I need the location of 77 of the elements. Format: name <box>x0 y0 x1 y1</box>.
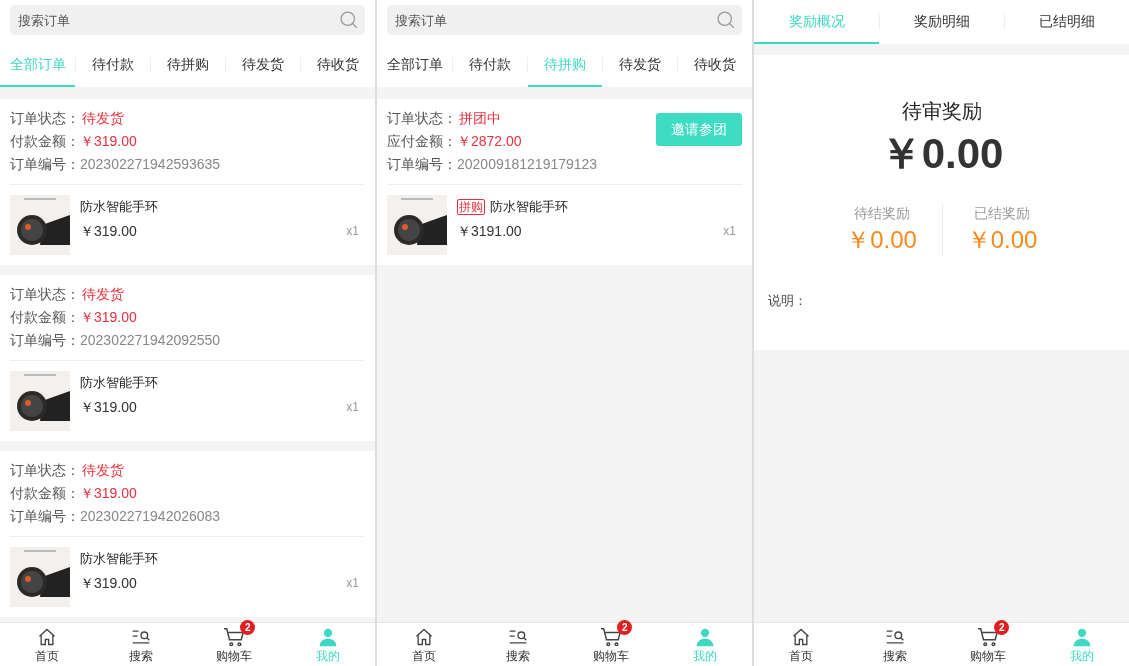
tab[interactable]: 待发货 <box>603 43 677 87</box>
search-icon <box>339 10 359 30</box>
nav-tab[interactable]: 搜索 <box>93 623 188 666</box>
tab[interactable]: 全部订单 <box>377 43 452 87</box>
cart-icon <box>977 626 1000 647</box>
status-label: 订单状态： <box>10 461 80 480</box>
product-price: ￥319.00 <box>80 573 138 593</box>
status-label: 订单状态： <box>10 109 80 128</box>
nav-tab[interactable]: 搜索 <box>847 623 942 666</box>
tab[interactable]: 待付款 <box>76 43 150 87</box>
cart-icon <box>600 626 623 647</box>
product-name: 防水智能手环 <box>80 198 158 216</box>
search-field[interactable]: 搜索订单 <box>387 5 742 35</box>
product-price: ￥319.00 <box>80 397 138 417</box>
order-number: 202302271942593635 <box>80 155 221 174</box>
note-label: 说明： <box>768 292 807 310</box>
stat-label: 待结奖励 <box>853 204 910 223</box>
stat-value: ￥0.00 <box>846 225 917 255</box>
order-status: 待发货 <box>82 109 124 128</box>
home-icon <box>790 626 811 647</box>
order-amount: ￥2872.00 <box>457 132 522 151</box>
order-number: 202302271942026083 <box>80 507 221 526</box>
tab[interactable]: 待发货 <box>226 43 300 87</box>
tab[interactable]: 已结明细 <box>1005 0 1129 44</box>
search-field[interactable]: 搜索订单 <box>10 5 365 35</box>
nav-tab[interactable]: 首页 <box>377 623 471 666</box>
tab[interactable]: 奖励明细 <box>880 0 1004 44</box>
number-label: 订单编号： <box>387 155 457 174</box>
product-price: ￥3191.00 <box>457 221 523 241</box>
user-icon <box>1072 626 1093 647</box>
watch-photo <box>387 195 447 255</box>
watch-photo <box>10 195 70 255</box>
nav-tab[interactable]: 首页 <box>754 623 848 666</box>
order-status: 待发货 <box>82 461 124 480</box>
user-icon <box>695 626 716 647</box>
tab[interactable]: 待收货 <box>301 43 375 87</box>
product-name: 防水智能手环 <box>80 550 158 568</box>
order-amount: ￥319.00 <box>80 484 137 503</box>
group-buy-tag: 拼购 <box>457 198 485 215</box>
number-label: 订单编号： <box>10 331 80 350</box>
product-quantity: x1 <box>723 223 736 240</box>
order-amount: ￥319.00 <box>80 308 137 327</box>
watch-photo <box>10 371 70 431</box>
product-quantity: x1 <box>346 575 359 592</box>
amount-label: 付款金额： <box>10 132 80 151</box>
pending-reward-amount: ￥0.00 <box>879 129 1004 179</box>
product-quantity: x1 <box>346 223 359 240</box>
tab[interactable]: 待拼购 <box>151 43 225 87</box>
search-icon <box>716 10 736 30</box>
amount-label: 付款金额： <box>10 484 80 503</box>
stat-label: 已结奖励 <box>974 204 1030 223</box>
product-price: ￥319.00 <box>80 221 138 241</box>
product-name: 防水智能手环 <box>80 374 158 392</box>
order-amount: ￥319.00 <box>80 132 137 151</box>
status-label: 订单状态： <box>387 109 457 128</box>
home-icon <box>36 626 57 647</box>
product-quantity: x1 <box>346 399 359 416</box>
home-icon <box>413 626 434 647</box>
order-status: 拼团中 <box>459 109 501 128</box>
order-status: 待发货 <box>82 285 124 304</box>
nav-tab[interactable]: 搜索 <box>470 623 565 666</box>
number-label: 订单编号： <box>10 155 80 174</box>
status-label: 订单状态： <box>10 285 80 304</box>
cart-icon <box>223 626 246 647</box>
pending-reward-title: 待审奖励 <box>901 99 982 124</box>
tab[interactable]: 待收货 <box>678 43 752 87</box>
tab[interactable]: 待付款 <box>453 43 527 87</box>
product-name: 防水智能手环 <box>490 198 568 216</box>
number-label: 订单编号： <box>10 507 80 526</box>
user-icon <box>318 626 339 647</box>
order-number: 202302271942092550 <box>80 331 221 350</box>
nav-tab[interactable]: 首页 <box>0 623 94 666</box>
watch-photo <box>10 547 70 607</box>
order-number: 202009181219179123 <box>457 155 598 174</box>
amount-label: 应付金额： <box>387 132 457 151</box>
amount-label: 付款金额： <box>10 308 80 327</box>
stat-value: ￥0.00 <box>966 225 1038 255</box>
